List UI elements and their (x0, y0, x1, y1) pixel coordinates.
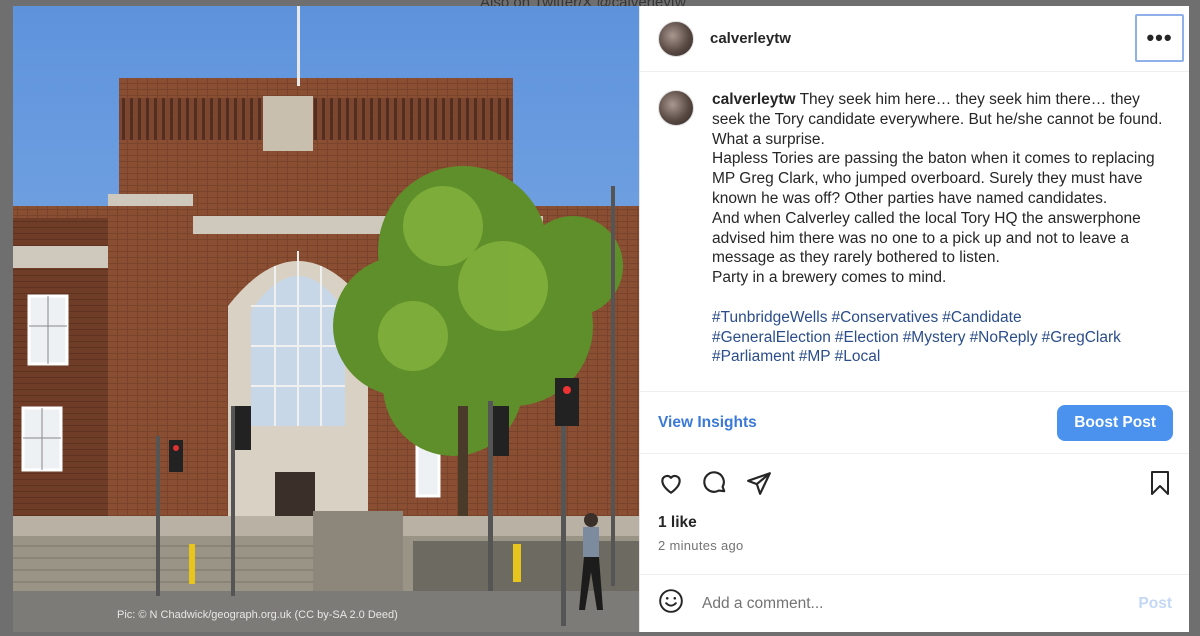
caption-avatar[interactable] (658, 90, 694, 126)
town-hall-photo (13, 6, 639, 632)
more-options-button[interactable]: ••• (1135, 14, 1184, 62)
hashtag-link[interactable]: #GregClark (1042, 329, 1121, 346)
boost-post-button[interactable]: Boost Post (1057, 404, 1173, 441)
hashtag-link[interactable]: #Local (835, 348, 881, 365)
hashtag-link[interactable]: #Parliament (712, 348, 795, 365)
view-insights-link[interactable]: View Insights (658, 414, 757, 432)
caption-line: Hapless Tories are passing the baton whe… (712, 150, 1155, 207)
hashtag-link[interactable]: #NoReply (970, 329, 1038, 346)
hashtag-link[interactable]: #TunbridgeWells (712, 309, 827, 326)
hashtag-link[interactable]: #GeneralElection (712, 329, 831, 346)
caption-line: Party in a brewery comes to mind. (712, 269, 947, 287)
hashtag-link[interactable]: #Conservatives (831, 309, 938, 326)
hashtag-list: #TunbridgeWells #Conservatives #Candidate … (712, 308, 1172, 367)
hashtag-link[interactable]: #Candidate (942, 309, 1021, 326)
post-timestamp: 2 minutes ago (658, 538, 744, 553)
photo-credit: Pic: © N Chadwick/geograph.org.uk (CC by… (117, 609, 398, 621)
post-sidebar: calverleytw ••• calverleytw They seek him… (639, 6, 1189, 632)
comment-input[interactable]: Add a comment... (702, 595, 823, 613)
header-username[interactable]: calverleytw (710, 30, 791, 47)
post-photo: Pic: © N Chadwick/geograph.org.uk (CC by… (13, 6, 639, 632)
avatar[interactable] (658, 20, 694, 57)
hashtag-link[interactable]: #Election (835, 329, 899, 346)
comment-icon[interactable] (702, 470, 728, 496)
caption-area: calverleytw They seek him here… they seek… (640, 72, 1189, 391)
hashtag-link[interactable]: #Mystery (903, 329, 966, 346)
likes-count[interactable]: 1 like (640, 514, 1189, 532)
caption-text: calverleytw They seek him here… they seek… (712, 90, 1172, 391)
comment-box: Add a comment... Post (640, 574, 1189, 632)
action-bar (640, 454, 1189, 512)
post-comment-button[interactable]: Post (1138, 595, 1172, 613)
caption-username[interactable]: calverleytw (712, 91, 796, 108)
share-icon[interactable] (746, 470, 772, 496)
emoji-icon[interactable] (658, 588, 684, 619)
caption-line: And when Calverley called the local Tory… (712, 209, 1141, 267)
heart-icon[interactable] (658, 470, 684, 496)
post-header: calverleytw ••• (640, 6, 1189, 72)
insights-bar: View Insights Boost Post (640, 391, 1189, 454)
bookmark-icon[interactable] (1148, 470, 1172, 501)
post-modal: Pic: © N Chadwick/geograph.org.uk (CC by… (13, 6, 1189, 632)
hashtag-link[interactable]: #MP (799, 348, 831, 365)
